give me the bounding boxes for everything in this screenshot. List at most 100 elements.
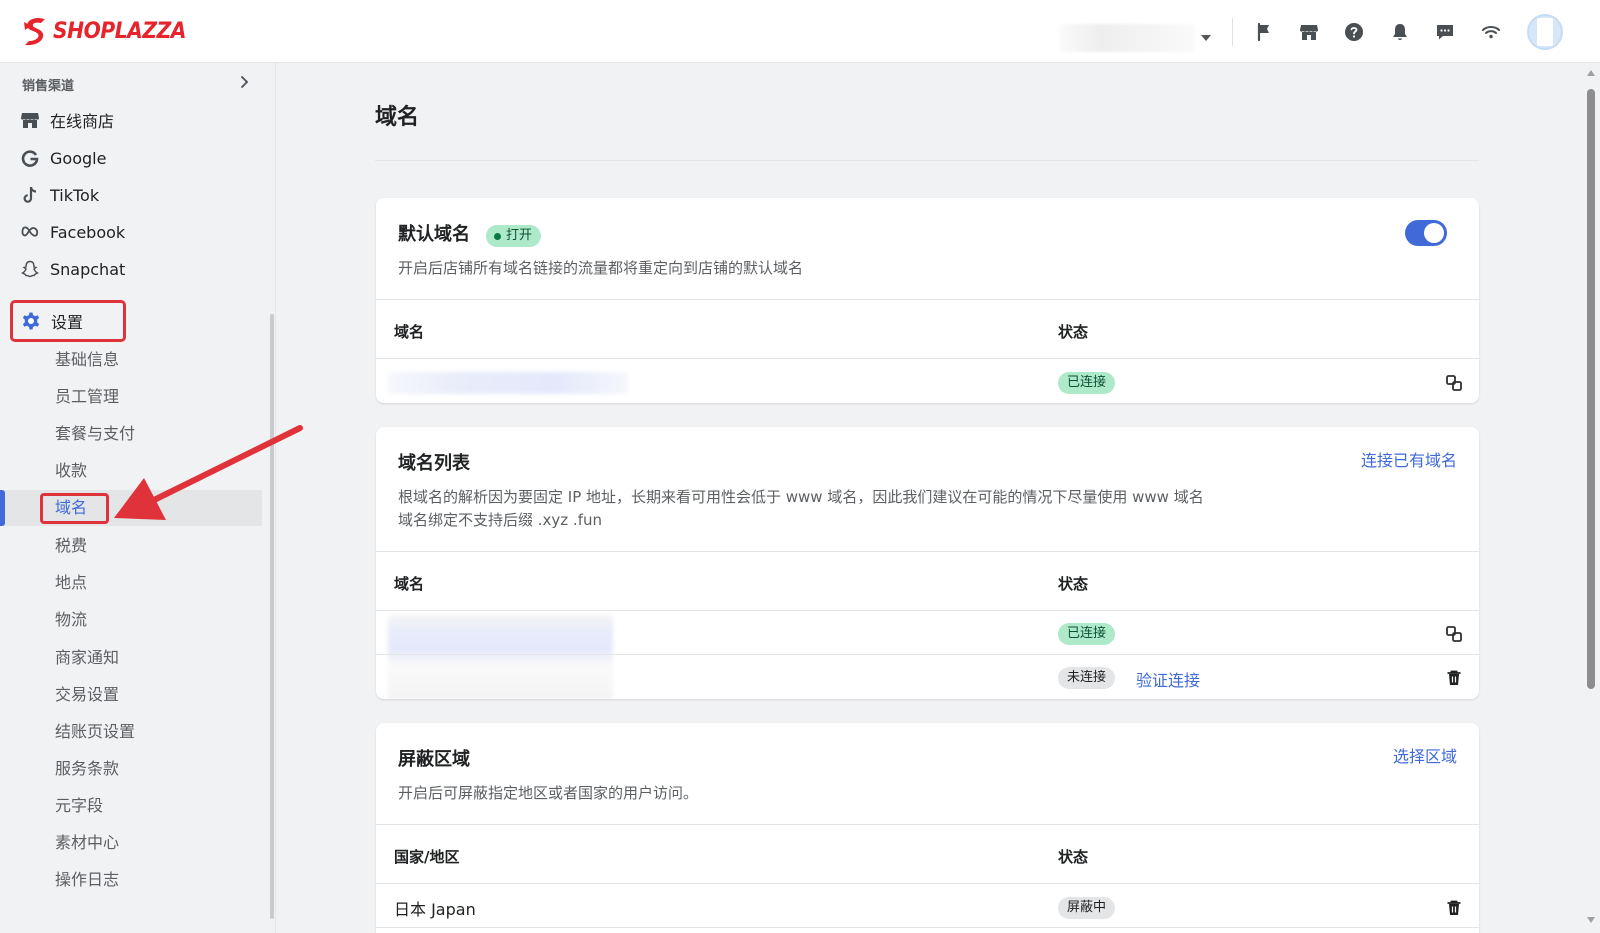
scrollbar-thumb[interactable] [1587,89,1595,689]
sidebar-item-assets[interactable]: 素材中心 [55,832,119,854]
sidebar-item-staff[interactable]: 员工管理 [55,386,119,408]
copy-link-icon[interactable] [1445,374,1463,392]
brand-name: SHOPLAZZA [53,18,186,44]
sidebar-scrollbar[interactable] [270,314,274,919]
sidebar-item-activity-log[interactable]: 操作日志 [55,869,119,891]
card-title: 默认域名 [398,224,470,245]
card-title: 域名列表 [398,453,470,474]
default-domain-card: 默认域名 打开 开启后店铺所有域名链接的流量都将重定向到店铺的默认域名 域名 状… [376,198,1479,403]
domain-list-card: 域名列表 连接已有域名 根域名的解析因为要固定 IP 地址，长期来看可用性会低于… [376,427,1479,699]
select-region-link[interactable]: 选择区域 [1393,743,1457,767]
scroll-down-arrow-icon[interactable] [1587,917,1595,923]
page-title: 域名 [375,105,420,130]
divider [376,883,1479,884]
column-header-status: 状态 [1058,575,1089,593]
sidebar-item-snapchat[interactable]: Snapchat [20,258,125,280]
region-name: 日本 Japan [394,900,476,919]
sidebar-item-taxes[interactable]: 税费 [55,535,87,557]
divider [376,299,1479,300]
sidebar-item-terms[interactable]: 服务条款 [55,758,119,780]
sidebar-item-online-store[interactable]: 在线商店 [20,109,114,131]
google-icon [21,150,39,167]
sidebar-item-label: Google [50,148,107,168]
delete-icon[interactable] [1445,899,1463,917]
sidebar-item-settings[interactable]: 设置 [10,300,126,342]
status-badge: 未连接 [1058,667,1116,689]
sidebar-item-facebook[interactable]: Facebook [20,221,125,243]
default-domain-toggle[interactable] [1405,220,1447,246]
card-description: 开启后可屏蔽指定地区或者国家的用户访问。 [398,784,699,802]
sidebar-item-checkout-settings[interactable]: 交易设置 [55,684,119,706]
status-badge: 屏蔽中 [1058,897,1116,919]
store-icon[interactable] [1299,22,1319,42]
sidebar-item-label: Snapchat [50,259,126,279]
shoplazza-logo-icon [24,18,45,46]
chevron-down-icon [1201,35,1211,41]
sidebar-item-label: 设置 [51,313,84,332]
column-header-domain: 域名 [394,323,425,341]
page-scrollbar[interactable] [1582,63,1600,933]
card-description-line1: 根域名的解析因为要固定 IP 地址，长期来看可用性会低于 www 域名，因此我们… [398,488,1204,506]
help-icon[interactable] [1344,22,1364,42]
sidebar-item-tiktok[interactable]: TikTok [20,184,99,206]
copy-link-icon[interactable] [1445,625,1463,643]
verify-connection-link[interactable]: 验证连接 [1136,667,1200,691]
store-icon [21,113,39,128]
status-badge: 已连接 [1058,623,1116,645]
sidebar-item-metafields[interactable]: 元字段 [55,795,103,817]
status-dot [494,232,501,240]
status-badge: 打开 [486,225,542,247]
shoplazza-logo[interactable]: SHOPLAZZA [22,16,198,46]
divider [376,824,1479,825]
status-badge: 已连接 [1058,372,1116,394]
chevron-right-icon[interactable] [238,75,250,89]
delete-icon[interactable] [1445,669,1463,687]
sidebar-item-label: 在线商店 [50,112,115,131]
column-header-domain: 域名 [394,575,425,593]
divider [376,610,1479,611]
sidebar-section-title: 销售渠道 [22,79,75,94]
sidebar-item-notifications[interactable]: 商家通知 [55,647,119,669]
sidebar-item-basic-info[interactable]: 基础信息 [55,349,119,371]
user-avatar[interactable] [1527,14,1563,50]
status-badge-label: 打开 [506,228,533,243]
store-name-redacted [1060,24,1195,52]
card-title: 屏蔽区域 [398,749,470,770]
connect-existing-domain-link[interactable]: 连接已有域名 [1361,447,1457,471]
domain-name-redacted[interactable] [388,372,628,394]
meta-icon [21,226,39,237]
card-description: 开启后店铺所有域名链接的流量都将重定向到店铺的默认域名 [398,259,804,277]
sidebar-item-checkout-page[interactable]: 结账页设置 [55,721,135,743]
divider [376,551,1479,552]
card-description-line2: 域名绑定不支持后缀 .xyz .fun [398,511,602,529]
sidebar-active-indicator [0,490,5,526]
sidebar-item-locations[interactable]: 地点 [55,572,87,594]
divider [376,927,1479,928]
wifi-icon[interactable] [1481,22,1501,42]
sidebar-item-label: TikTok [50,185,100,205]
sidebar-item-shipping[interactable]: 物流 [55,609,87,631]
annotation-arrow [114,425,303,520]
blocked-regions-card: 屏蔽区域 选择区域 开启后可屏蔽指定地区或者国家的用户访问。 国家/地区 状态 … [376,723,1479,933]
sidebar-item-label: Facebook [50,222,126,242]
tiktok-icon [23,187,37,203]
column-header-status: 状态 [1058,848,1089,866]
chat-icon[interactable] [1435,22,1455,42]
store-switcher[interactable] [1060,24,1211,52]
header-divider [1232,18,1233,46]
scroll-up-arrow-icon[interactable] [1587,70,1595,76]
divider [376,358,1479,359]
flag-icon[interactable] [1254,22,1274,42]
gear-icon [22,312,40,330]
top-bar: SHOPLAZZA [0,0,1600,63]
divider [376,654,1479,655]
column-header-status: 状态 [1058,323,1089,341]
highlight-box [40,493,109,524]
title-divider [375,160,1479,161]
column-header-region: 国家/地区 [394,848,460,866]
sidebar-item-payments[interactable]: 收款 [55,460,87,482]
bell-icon[interactable] [1390,22,1410,42]
sidebar-item-google[interactable]: Google [20,147,106,169]
domain-name-redacted[interactable] [388,615,613,699]
snapchat-icon [21,260,39,278]
